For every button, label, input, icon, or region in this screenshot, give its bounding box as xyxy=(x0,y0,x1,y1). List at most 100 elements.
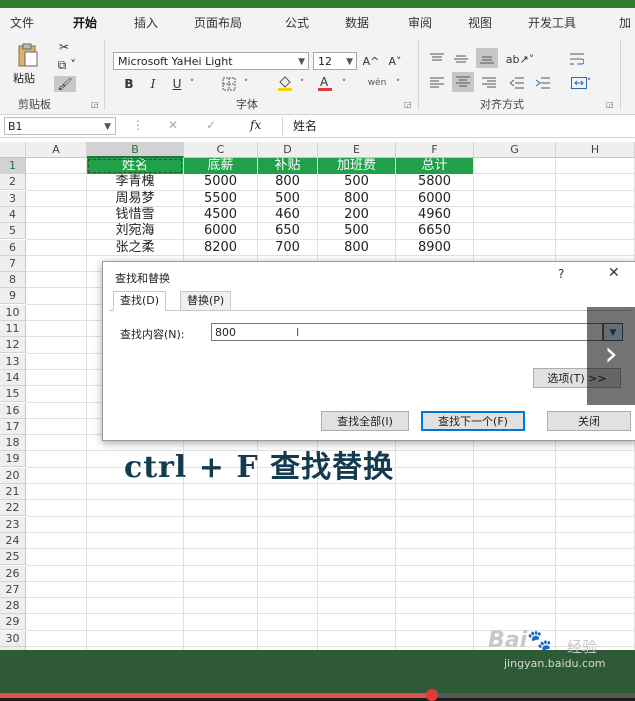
chevron-down-icon[interactable]: ˅ xyxy=(186,76,198,92)
next-slide-button[interactable]: › xyxy=(587,307,635,405)
row-header[interactable]: 26 xyxy=(0,565,26,582)
close-icon[interactable]: ✕ xyxy=(608,265,620,281)
merge-center-icon[interactable]: ˅ xyxy=(568,74,594,92)
align-middle-icon[interactable] xyxy=(452,50,470,68)
header-cell[interactable]: 总计 xyxy=(396,158,473,174)
header-cell[interactable]: 底薪 xyxy=(184,158,257,174)
paste-icon[interactable] xyxy=(12,42,44,68)
format-painter-icon[interactable]: 🖌 xyxy=(54,76,76,92)
row-header[interactable]: 21 xyxy=(0,484,26,500)
tab-insert[interactable]: 插入 xyxy=(134,14,158,31)
data-cell[interactable]: 6000 xyxy=(396,191,473,207)
shrink-font-button[interactable]: A˅ xyxy=(386,53,404,69)
data-cell[interactable]: 500 xyxy=(318,223,395,239)
data-cell[interactable]: 张之柔 xyxy=(87,240,183,256)
header-cell[interactable]: 姓名 xyxy=(87,158,183,174)
data-cell[interactable]: 李青槐 xyxy=(87,174,183,190)
clipboard-launcher-icon[interactable]: ◲ xyxy=(91,100,99,109)
find-what-input[interactable]: 800 I xyxy=(211,323,603,341)
row-header[interactable]: 20 xyxy=(0,467,26,484)
row-header[interactable]: 2 xyxy=(0,174,26,191)
chevron-down-icon[interactable]: ˅ xyxy=(296,76,308,92)
row-header[interactable]: 30 xyxy=(0,630,26,647)
find-next-button[interactable]: 查找下一个(F) xyxy=(421,411,525,431)
data-cell[interactable]: 5800 xyxy=(396,174,473,190)
chevron-down-icon[interactable]: ˅ xyxy=(338,76,350,92)
font-launcher-icon[interactable]: ◲ xyxy=(404,100,412,109)
data-cell[interactable]: 5000 xyxy=(184,174,257,190)
font-name-select[interactable]: Microsoft YaHei Light ▼ xyxy=(113,52,309,70)
data-cell[interactable]: 8200 xyxy=(184,240,257,256)
increase-indent-icon[interactable] xyxy=(534,74,552,92)
underline-button[interactable]: U xyxy=(170,76,184,92)
row-header[interactable]: 3 xyxy=(0,190,26,207)
tab-view[interactable]: 视图 xyxy=(468,14,492,31)
row-header[interactable]: 8 xyxy=(0,272,26,289)
row-header[interactable]: 11 xyxy=(0,321,26,337)
tab-data[interactable]: 数据 xyxy=(345,14,369,31)
data-cell[interactable]: 周易梦 xyxy=(87,191,183,207)
align-bottom-icon[interactable] xyxy=(476,48,498,68)
data-cell[interactable]: 6000 xyxy=(184,223,257,239)
data-cell[interactable]: 800 xyxy=(318,240,395,256)
row-header[interactable]: 22 xyxy=(0,500,26,517)
italic-button[interactable]: I xyxy=(146,76,160,92)
row-header[interactable]: 7 xyxy=(0,255,26,272)
row-header[interactable]: 18 xyxy=(0,435,26,452)
tab-home[interactable]: 开始 xyxy=(70,14,100,36)
data-cell[interactable]: 8900 xyxy=(396,240,473,256)
row-header[interactable]: 25 xyxy=(0,549,26,566)
column-header[interactable]: E xyxy=(318,142,396,158)
chevron-down-icon[interactable]: ˅ xyxy=(240,76,252,92)
data-cell[interactable]: 钱惜雪 xyxy=(87,207,183,223)
row-header[interactable]: 17 xyxy=(0,418,26,435)
data-cell[interactable]: 4960 xyxy=(396,207,473,223)
row-header[interactable]: 28 xyxy=(0,598,26,615)
column-header[interactable]: C xyxy=(184,142,258,158)
data-cell[interactable]: 5500 xyxy=(184,191,257,207)
data-cell[interactable]: 500 xyxy=(258,191,317,207)
orientation-icon[interactable]: ab↗˅ xyxy=(506,50,534,68)
font-size-select[interactable]: 12 ▼ xyxy=(313,52,357,70)
row-header[interactable]: 19 xyxy=(0,451,26,468)
align-top-icon[interactable] xyxy=(428,50,446,68)
cancel-entry-icon[interactable]: ✕ xyxy=(168,118,178,132)
row-header[interactable]: 6 xyxy=(0,239,26,256)
data-cell[interactable]: 460 xyxy=(258,207,317,223)
row-header[interactable]: 24 xyxy=(0,532,26,549)
row-header[interactable]: 16 xyxy=(0,402,26,419)
chevron-down-icon[interactable]: ˅ xyxy=(392,76,404,92)
tab-review[interactable]: 审阅 xyxy=(408,14,432,31)
header-cell[interactable]: 补贴 xyxy=(258,158,317,174)
phonetic-icon[interactable]: wén xyxy=(366,74,388,92)
help-icon[interactable]: ? xyxy=(558,267,564,281)
row-header[interactable]: 23 xyxy=(0,516,26,533)
tab-more[interactable]: 加 xyxy=(619,14,631,31)
tab-find[interactable]: 查找(D) xyxy=(113,291,167,311)
font-color-icon[interactable]: A xyxy=(316,74,334,92)
bold-button[interactable]: B xyxy=(122,76,136,92)
row-header[interactable]: 9 xyxy=(0,288,26,305)
data-cell[interactable]: 4500 xyxy=(184,207,257,223)
column-header[interactable]: F xyxy=(396,142,474,158)
tab-page-layout[interactable]: 页面布局 xyxy=(194,14,242,31)
row-header[interactable]: 5 xyxy=(0,223,26,240)
row-header[interactable]: 14 xyxy=(0,369,26,386)
paste-label[interactable]: 粘贴 xyxy=(13,70,35,86)
grow-font-button[interactable]: A^ xyxy=(362,53,380,69)
wrap-text-icon[interactable] xyxy=(568,50,586,68)
borders-icon[interactable] xyxy=(220,76,238,92)
tab-formulas[interactable]: 公式 xyxy=(285,14,309,31)
video-progress-bar[interactable] xyxy=(0,689,635,701)
data-cell[interactable]: 650 xyxy=(258,223,317,239)
insert-function-icon[interactable]: fx xyxy=(250,118,261,132)
close-button[interactable]: 关闭 xyxy=(547,411,631,431)
name-box[interactable]: B1 ▼ xyxy=(4,117,116,135)
tab-file[interactable]: 文件 xyxy=(10,14,34,31)
data-cell[interactable]: 500 xyxy=(318,174,395,190)
decrease-indent-icon[interactable] xyxy=(508,74,526,92)
row-header[interactable]: 1 xyxy=(0,158,26,174)
column-header[interactable]: A xyxy=(26,142,87,158)
row-header[interactable]: 12 xyxy=(0,337,26,354)
select-all-corner[interactable] xyxy=(0,142,26,158)
